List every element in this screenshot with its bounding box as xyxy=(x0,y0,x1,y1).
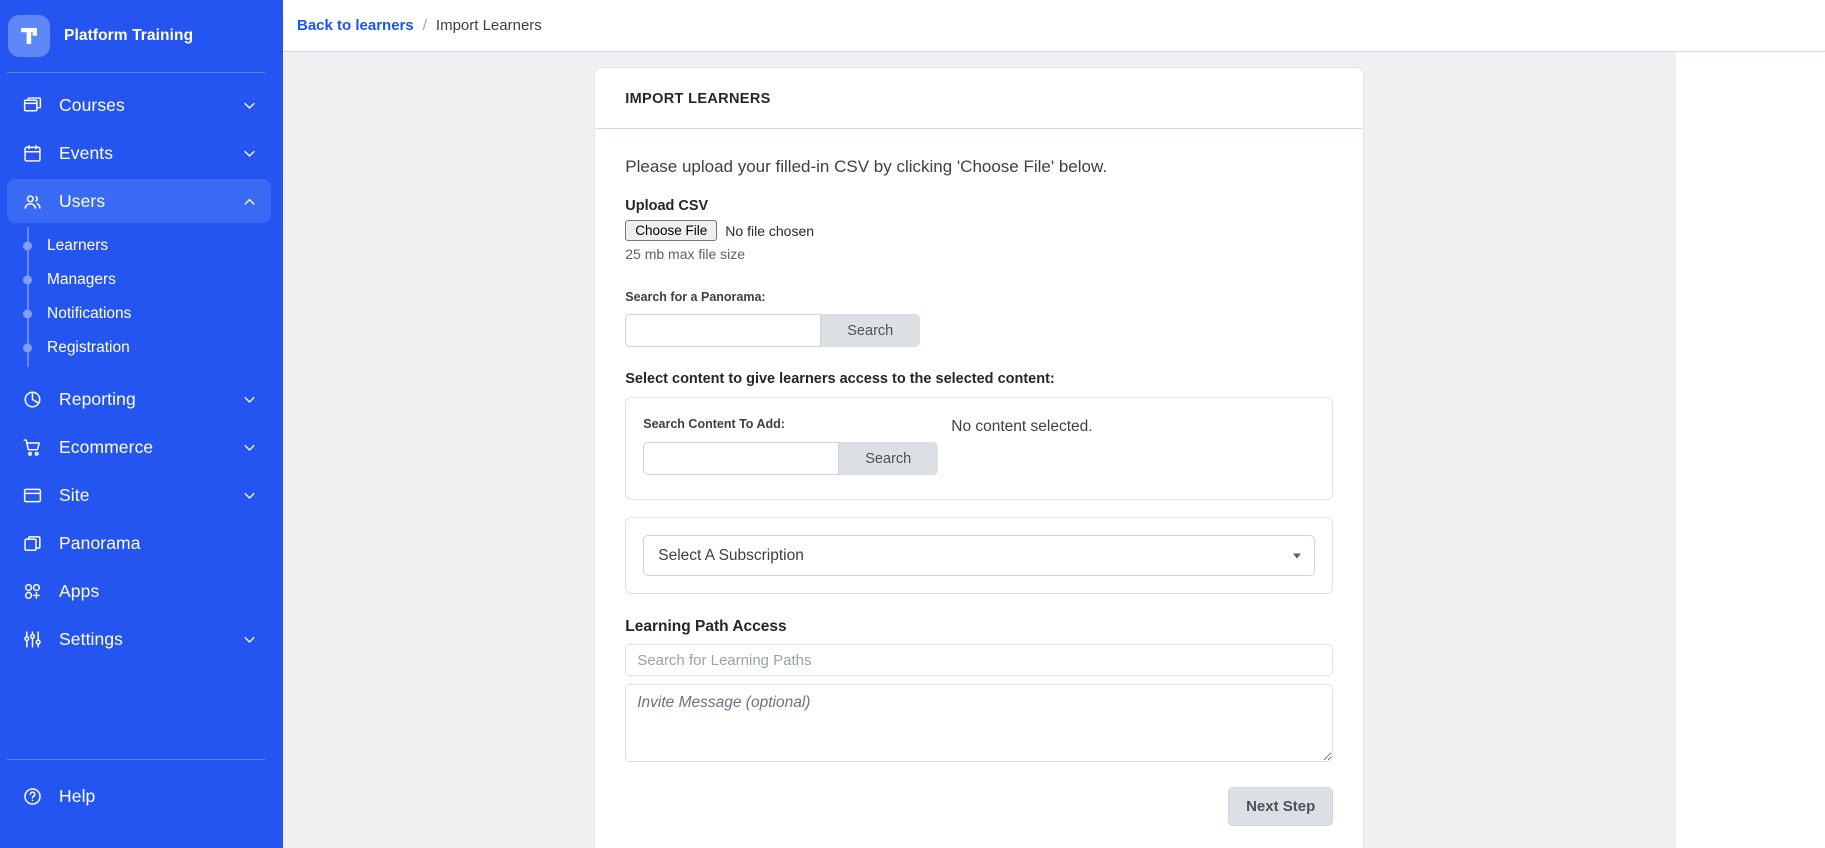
sidebar-item-label: Events xyxy=(59,142,114,163)
upload-csv-group: Upload CSV Choose File No file chosen 25… xyxy=(625,198,1333,262)
chevron-up-icon[interactable] xyxy=(241,193,257,209)
intro-text: Please upload your filled-in CSV by clic… xyxy=(625,157,1108,176)
sidebar-subitem-label: Managers xyxy=(47,271,116,288)
content-search-input[interactable] xyxy=(643,442,840,475)
chevron-down-icon[interactable] xyxy=(241,391,257,407)
users-icon xyxy=(21,190,43,212)
panorama-search-group: Search for a Panorama: Search xyxy=(625,290,1333,347)
panorama-search-input[interactable] xyxy=(625,314,822,347)
file-input-row[interactable]: Choose File No file chosen xyxy=(625,220,1333,241)
sidebar-item-label: Apps xyxy=(59,580,100,601)
sidebar-item-registration[interactable]: Registration xyxy=(0,331,283,365)
panorama-search-label: Search for a Panorama: xyxy=(625,290,766,304)
file-status-text: No file chosen xyxy=(725,222,815,239)
sidebar-item-label: Users xyxy=(59,190,106,211)
sidebar-item-apps[interactable]: Apps xyxy=(7,569,271,613)
breadcrumb-separator: / xyxy=(422,17,427,34)
platform-logo-icon xyxy=(8,15,50,57)
subscription-box: Select A Subscription xyxy=(625,517,1334,594)
sidebar-item-help[interactable]: Help xyxy=(7,774,271,818)
main-below-topbar: IMPORT LEARNERS Please upload your fille… xyxy=(283,52,1825,848)
next-step-button[interactable]: Next Step xyxy=(1228,787,1334,826)
cart-icon xyxy=(21,436,43,458)
chevron-down-icon[interactable] xyxy=(241,487,257,503)
content-search-column: Search Content To Add: Search xyxy=(643,417,951,475)
subscription-selected-value: Select A Subscription xyxy=(658,546,804,564)
card-header: IMPORT LEARNERS xyxy=(595,68,1364,129)
sidebar-item-label: Reporting xyxy=(59,388,136,409)
chevron-down-icon[interactable] xyxy=(241,145,257,161)
sidebar-subitem-label: Learners xyxy=(47,237,109,254)
sidebar-item-managers[interactable]: Managers xyxy=(0,263,283,297)
sidebar-submenu-users: Learners Managers Notifications Registra… xyxy=(0,227,283,373)
sidebar-item-label: Help xyxy=(59,785,96,806)
chevron-down-icon[interactable] xyxy=(241,97,257,113)
sidebar-item-label: Settings xyxy=(59,628,124,649)
sidebar-item-label: Panorama xyxy=(59,532,141,553)
upload-csv-label: Upload CSV xyxy=(625,198,709,214)
content-search-button[interactable]: Search xyxy=(839,442,939,475)
sidebar: Platform Training Courses Events Users L… xyxy=(0,0,283,848)
content-selection-box: Search Content To Add: Search No content… xyxy=(625,397,1334,500)
right-gutter xyxy=(1675,52,1825,848)
apps-icon xyxy=(21,580,43,602)
main-region: Back to learners / Import Learners IMPOR… xyxy=(283,0,1825,848)
content-search-label: Search Content To Add: xyxy=(643,417,785,431)
sidebar-item-label: Ecommerce xyxy=(59,436,154,457)
sidebar-item-courses[interactable]: Courses xyxy=(7,83,271,127)
calendar-icon xyxy=(21,142,43,164)
page-title: IMPORT LEARNERS xyxy=(625,91,771,107)
sidebar-item-ecommerce[interactable]: Ecommerce xyxy=(7,425,271,469)
max-file-size-note: 25 mb max file size xyxy=(625,246,746,262)
learning-path-group: Learning Path Access xyxy=(625,618,1334,767)
sidebar-item-panorama[interactable]: Panorama xyxy=(7,521,271,565)
content-two-column: Search Content To Add: Search No content… xyxy=(643,417,1315,475)
subscription-select[interactable]: Select A Subscription xyxy=(643,535,1316,576)
sidebar-subitem-label: Registration xyxy=(47,339,130,356)
learning-path-search-input[interactable] xyxy=(625,644,1334,676)
learning-path-heading: Learning Path Access xyxy=(625,618,787,635)
import-learners-card: IMPORT LEARNERS Please upload your fille… xyxy=(595,68,1364,848)
sidebar-item-users[interactable]: Users xyxy=(7,179,271,223)
chevron-down-icon[interactable] xyxy=(241,439,257,455)
sidebar-item-events[interactable]: Events xyxy=(7,131,271,175)
invite-message-textarea[interactable] xyxy=(625,684,1334,762)
pie-chart-icon xyxy=(21,388,43,410)
card-action-row: Next Step xyxy=(625,787,1334,826)
chevron-down-icon xyxy=(1293,553,1302,558)
sidebar-item-learners[interactable]: Learners xyxy=(0,229,283,263)
sidebar-item-label: Courses xyxy=(59,94,125,115)
card-body: Please upload your filled-in CSV by clic… xyxy=(595,129,1363,848)
app-root: Platform Training Courses Events Users L… xyxy=(0,0,1825,848)
sidebar-subitem-label: Notifications xyxy=(47,305,132,322)
sliders-icon xyxy=(21,628,43,650)
window-icon xyxy=(21,484,43,506)
question-circle-icon xyxy=(21,785,43,807)
sidebar-nav: Courses Events Users Learners Managers N… xyxy=(0,73,283,665)
sidebar-item-label: Site xyxy=(59,484,90,505)
content-area: IMPORT LEARNERS Please upload your fille… xyxy=(283,52,1676,848)
sidebar-item-notifications[interactable]: Notifications xyxy=(0,297,283,331)
brand-header[interactable]: Platform Training xyxy=(0,0,283,72)
select-content-heading: Select content to give learners access t… xyxy=(625,371,1055,387)
sidebar-item-reporting[interactable]: Reporting xyxy=(7,377,271,421)
sidebar-item-settings[interactable]: Settings xyxy=(7,617,271,661)
breadcrumb: Back to learners / Import Learners xyxy=(283,0,1825,52)
brand-name: Platform Training xyxy=(64,27,194,44)
panorama-search-button[interactable]: Search xyxy=(821,314,921,347)
select-content-group: Select content to give learners access t… xyxy=(625,371,1334,500)
breadcrumb-current: Import Learners xyxy=(435,17,542,34)
content-search-row: Search xyxy=(643,442,951,475)
selected-content-empty-state: No content selected. xyxy=(951,418,1093,435)
back-to-learners-link[interactable]: Back to learners xyxy=(297,17,414,34)
courses-icon xyxy=(21,94,43,116)
panorama-search-row: Search xyxy=(625,314,1333,347)
choose-file-button[interactable]: Choose File xyxy=(625,220,718,241)
chevron-down-icon[interactable] xyxy=(241,631,257,647)
sidebar-footer-divider xyxy=(7,759,265,760)
sidebar-item-site[interactable]: Site xyxy=(7,473,271,517)
panorama-icon xyxy=(21,532,43,554)
